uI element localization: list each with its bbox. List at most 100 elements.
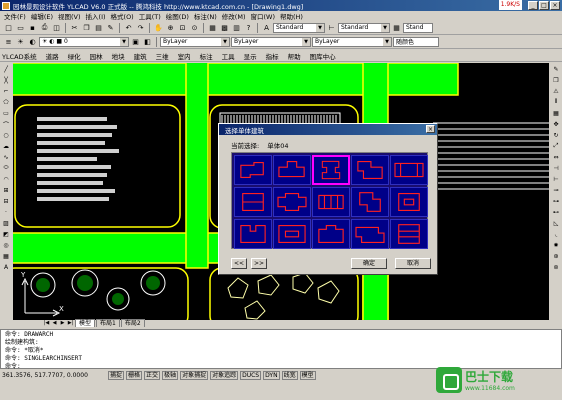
close-button[interactable]: × [550,1,560,10]
model-toggle[interactable]: 模型 [299,371,316,380]
move-icon[interactable]: ✥ [551,119,561,129]
orbit-icon[interactable]: ⊚ [551,262,561,272]
snap-toggle[interactable]: 捕捉 [108,371,125,380]
custmenu-plot[interactable]: 地块 [112,51,125,61]
otrack-toggle[interactable]: 对象追踪 [210,371,239,380]
spline-icon[interactable]: ∿ [1,152,11,162]
custmenu-interior[interactable]: 室内 [178,51,191,61]
ortho-toggle[interactable]: 正交 [144,371,161,380]
lineweight-select[interactable]: ByLayer ▼ [312,36,392,47]
extend-icon[interactable]: ⊢ [551,174,561,184]
trim-icon[interactable]: ⊣ [551,163,561,173]
linetype-select[interactable]: ByLayer ▼ [231,36,311,47]
custmenu-index[interactable]: 指标 [266,51,279,61]
stretch-icon[interactable]: ⇔ [551,152,561,162]
layer-manager-icon[interactable]: ≡ [3,36,14,47]
zoom-window-icon[interactable]: ⊡ [177,22,188,33]
ok-button[interactable]: 确定 [351,258,387,269]
dim-style-select[interactable]: Standard ▼ [338,22,390,33]
dialog-close-button[interactable]: × [426,125,435,133]
menu-insert[interactable]: 插入(I) [86,11,106,21]
layer-select[interactable]: ☀ ◐ ■ 0 ▼ [39,36,129,47]
menu-draw[interactable]: 绘图(D) [166,11,189,21]
table-style-select[interactable]: Stand [403,22,433,33]
custmenu-tools[interactable]: 工具 [222,51,235,61]
menu-file[interactable]: 文件(F) [4,11,26,21]
explode-icon[interactable]: ✸ [551,240,561,250]
building-thumbnail[interactable] [312,219,350,249]
building-thumbnail[interactable] [390,187,428,217]
hatch-icon[interactable]: ▨ [1,218,11,228]
building-thumbnail[interactable] [273,187,311,217]
make-current-icon[interactable]: ▣ [130,36,141,47]
dyn-toggle[interactable]: DYN [263,371,280,380]
tab-next-icon[interactable]: ▶ [59,320,66,327]
prev-page-button[interactable]: << [231,258,247,269]
tab-prev-icon[interactable]: ◀ [51,320,58,327]
mirror-icon[interactable]: ⚠ [551,86,561,96]
custmenu-building[interactable]: 建筑 [134,51,147,61]
polyline-icon[interactable]: ⌐ [1,86,11,96]
cut-icon[interactable]: ✂ [69,22,80,33]
menu-tools[interactable]: 工具(T) [139,11,161,21]
custmenu-display[interactable]: 显示 [244,51,257,61]
array-icon[interactable]: ▦ [551,108,561,118]
join-icon[interactable]: ⊷ [551,207,561,217]
circle-icon[interactable]: ○ [1,130,11,140]
rotate-icon[interactable]: ↻ [551,130,561,140]
break-point-icon[interactable]: ⊸ [551,185,561,195]
zoom-previous-icon[interactable]: ⊙ [189,22,200,33]
ellipse-arc-icon[interactable]: ◠ [1,174,11,184]
ducs-toggle[interactable]: DUCS [240,371,262,380]
building-thumbnail[interactable] [351,187,389,217]
custmenu-library[interactable]: 图库中心 [310,51,336,61]
chamfer-icon[interactable]: ◺ [551,218,561,228]
point-icon[interactable]: · [1,207,11,217]
menu-edit[interactable]: 编辑(E) [31,11,53,21]
grid-toggle[interactable]: 栅格 [126,371,143,380]
copy-object-icon[interactable]: ❐ [551,75,561,85]
building-thumbnail[interactable] [390,219,428,249]
building-thumbnail[interactable] [390,155,428,185]
building-thumbnail[interactable] [234,155,272,185]
break-icon[interactable]: ⊶ [551,196,561,206]
mtext-icon[interactable]: A [1,262,11,272]
custmenu-3d[interactable]: 三维 [156,51,169,61]
custmenu-system[interactable]: YLCAD系统 [2,51,37,61]
building-thumbnail[interactable] [273,219,311,249]
polygon-icon[interactable]: ⬠ [1,97,11,107]
offset-icon[interactable]: ⫴ [551,97,561,107]
osnap-toggle[interactable]: 对象捕捉 [180,371,209,380]
plotstyle-select[interactable]: 随颜色 [393,36,439,47]
design-center-icon[interactable]: ▩ [219,22,230,33]
building-thumbnail-selected[interactable] [312,155,350,185]
building-thumbnail[interactable] [234,219,272,249]
undo-icon[interactable]: ↶ [123,22,134,33]
save-icon[interactable]: ▪ [27,22,38,33]
ellipse-icon[interactable]: ⬭ [1,163,11,173]
tab-layout1[interactable]: 布局1 [96,319,120,327]
fillet-icon[interactable]: ◟ [551,229,561,239]
building-thumbnail[interactable] [273,155,311,185]
custmenu-help[interactable]: 帮助 [288,51,301,61]
construction-line-icon[interactable]: ╳ [1,75,11,85]
tab-model[interactable]: 模型 [75,319,96,327]
polar-toggle[interactable]: 极轴 [162,371,179,380]
lineweight-toggle[interactable]: 线宽 [281,371,298,380]
layer-previous-icon[interactable]: ◧ [142,36,153,47]
print-icon[interactable]: ⎙ [39,22,50,33]
properties-icon[interactable]: ▦ [207,22,218,33]
erase-icon[interactable]: ✎ [551,64,561,74]
layer-lock-icon[interactable]: ◐ [27,36,38,47]
new-icon[interactable]: □ [3,22,14,33]
menu-window[interactable]: 窗口(W) [250,11,275,21]
help-icon[interactable]: ? [243,22,254,33]
table-icon[interactable]: ▦ [1,251,11,261]
maximize-button[interactable]: □ [539,1,549,10]
redo-icon[interactable]: ↷ [135,22,146,33]
paste-icon[interactable]: ▤ [93,22,104,33]
minimize-button[interactable]: _ [528,1,538,10]
command-window[interactable]: 命令: DRAWARCH 绘制建构筑: 命令: *取消* 命令: SINGLEA… [0,329,562,370]
tab-first-icon[interactable]: |◀ [43,320,50,327]
table-style-icon[interactable]: ▦ [391,22,402,33]
